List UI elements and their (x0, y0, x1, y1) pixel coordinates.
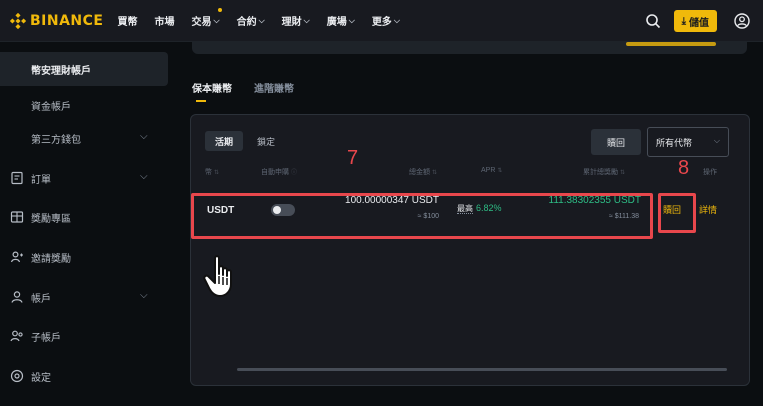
notification-dot (217, 8, 222, 12)
orders-icon (10, 171, 24, 185)
rewards-icon (10, 210, 24, 224)
annotation-box-row (191, 193, 653, 239)
info-icon: ⓘ (291, 170, 298, 176)
header-label: 操作 (703, 169, 717, 176)
sidebar-item-third-party-wallet[interactable]: 第三方錢包 ⌵ (0, 121, 168, 155)
sidebar-item-label: 訂單 (31, 174, 51, 186)
product-tabs: 保本賺幣 進階賺幣 (192, 80, 316, 95)
nav-label: 廣場 (326, 17, 347, 28)
active-tab-indicator (196, 100, 206, 102)
nav-label: 買幣 (117, 17, 138, 28)
header-actions: 操作 (703, 167, 717, 177)
top-navigation-bar: BINANCE 買幣 市場 交易 ⌵ 合約 ⌵ 理財 ⌵ 廣場 ⌵ 更多 ⌵ ⤓ 儲值 (0, 0, 763, 42)
nav-label: 市場 (154, 17, 175, 28)
table-header: 幣 ⇅ 自動申購 ⓘ 總金額 ⇅ APR ⇅ 累計總獎勵 ⇅ 操作 (191, 167, 751, 181)
tab-locked[interactable]: 鎖定 (247, 131, 285, 151)
account-icon (10, 290, 24, 304)
sort-icon: ⇅ (497, 168, 503, 174)
binance-logo[interactable]: BINANCE (10, 12, 104, 29)
sidebar-item-subaccount[interactable]: 子帳戶 (0, 319, 168, 353)
chevron-down-icon: ⌵ (393, 15, 400, 25)
annotation-box-redeem (658, 193, 696, 233)
header-apr[interactable]: APR ⇅ (481, 167, 502, 174)
header-auto-subscribe: 自動申購 ⓘ (261, 167, 297, 177)
nav-label: 更多 (371, 17, 392, 28)
coin-filter-select[interactable]: 所有代幣 ⌵ (647, 127, 729, 157)
tab-flexible[interactable]: 活期 (205, 131, 244, 151)
sidebar-item-referral[interactable]: 邀請獎勵 (0, 240, 168, 274)
chevron-down-icon: ⌵ (213, 15, 220, 25)
tab-simple-earn[interactable]: 保本賺幣 (192, 80, 232, 95)
redeem-button[interactable]: 贖回 (591, 129, 641, 155)
top-right-actions: ⤓ 儲值 (642, 0, 753, 42)
user-icon[interactable] (731, 10, 753, 32)
nav-buy-crypto[interactable]: 買幣 (118, 13, 138, 28)
deposit-button[interactable]: ⤓ 儲值 (673, 10, 717, 32)
nav-label: 理財 (281, 17, 302, 28)
sidebar-item-label: 子帳戶 (31, 332, 61, 344)
chevron-down-icon: ⌵ (713, 136, 720, 145)
sort-icon: ⇅ (214, 170, 220, 176)
sidebar-item-label: 幣安理財帳戶 (31, 65, 91, 77)
header-label: 幣 (205, 169, 212, 176)
sort-icon: ⇅ (432, 170, 438, 176)
search-icon[interactable] (642, 10, 664, 32)
sidebar-item-label: 帳戶 (31, 293, 51, 305)
binance-logo-icon (10, 12, 26, 29)
sidebar: 幣安理財帳戶 資金帳戶 第三方錢包 ⌵ 訂單 ⌵ 獎勵專區 邀請獎勵 帳戶 ⌵ (0, 42, 170, 406)
subaccount-icon (10, 329, 24, 343)
nav-label: 交易 (191, 17, 212, 28)
header-label: 累計總獎勵 (583, 169, 618, 176)
nav-more[interactable]: 更多 ⌵ (371, 13, 400, 29)
header-label: APR (481, 167, 496, 174)
nav-trade[interactable]: 交易 ⌵ (191, 8, 222, 28)
download-icon: ⤓ (681, 15, 686, 27)
header-total-amount[interactable]: 總金額 ⇅ (409, 167, 437, 177)
coin-filter-value: 所有代幣 (656, 137, 693, 148)
nav-square[interactable]: 廣場 ⌵ (326, 13, 355, 29)
row-detail-link[interactable]: 詳情 (699, 203, 717, 216)
header-label: 總金額 (409, 169, 430, 176)
banner-highlight (626, 42, 716, 46)
sidebar-item-label: 資金帳戶 (31, 101, 71, 113)
annotation-number-7: 7 (347, 147, 359, 169)
sidebar-item-label: 邀請獎勵 (31, 253, 71, 265)
header-label: 自動申購 (261, 169, 289, 176)
chevron-down-icon: ⌵ (258, 15, 265, 25)
nav-markets[interactable]: 市場 (155, 13, 175, 28)
sidebar-item-account[interactable]: 帳戶 ⌵ (0, 280, 168, 314)
chevron-down-icon: ⌵ (140, 171, 148, 182)
header-coin[interactable]: 幣 ⇅ (205, 167, 219, 177)
chevron-down-icon: ⌵ (303, 15, 310, 25)
sort-icon: ⇅ (620, 170, 626, 176)
sidebar-item-orders[interactable]: 訂單 ⌵ (0, 161, 168, 195)
main-nav: 買幣 市場 交易 ⌵ 合約 ⌵ 理財 ⌵ 廣場 ⌵ 更多 ⌵ (118, 8, 417, 29)
chevron-down-icon: ⌵ (140, 131, 148, 142)
sidebar-item-settings[interactable]: 設定 (0, 359, 168, 393)
referral-icon (10, 250, 24, 264)
settings-icon (10, 369, 24, 383)
hand-cursor-icon (203, 254, 247, 300)
header-cumulative-earnings[interactable]: 累計總獎勵 ⇅ (583, 167, 625, 177)
sidebar-item-label: 設定 (31, 372, 51, 384)
deposit-label: 儲值 (689, 17, 709, 29)
tab-advanced-earn[interactable]: 進階賺幣 (254, 80, 294, 95)
nav-futures[interactable]: 合約 ⌵ (236, 13, 265, 29)
annotation-number-8: 8 (678, 157, 690, 179)
chevron-down-icon: ⌵ (140, 290, 148, 301)
sidebar-item-earn-account[interactable]: 幣安理財帳戶 (0, 52, 168, 86)
positions-panel: 活期 鎖定 贖回 所有代幣 ⌵ 幣 ⇅ 自動申購 ⓘ 總金額 ⇅ APR ⇅ 累計總獎勵… (190, 114, 750, 386)
horizontal-scrollbar[interactable] (237, 368, 727, 371)
sidebar-item-label: 獎勵專區 (31, 213, 71, 225)
sidebar-item-label: 第三方錢包 (31, 134, 81, 146)
sidebar-item-rewards[interactable]: 獎勵專區 (0, 200, 168, 234)
logo-text: BINANCE (30, 12, 104, 29)
nav-label: 合約 (236, 17, 257, 28)
nav-earn[interactable]: 理財 ⌵ (281, 13, 310, 29)
term-tabs: 活期 鎖定 (205, 131, 289, 151)
chevron-down-icon: ⌵ (348, 15, 355, 25)
sidebar-item-funding-account[interactable]: 資金帳戶 (0, 88, 168, 122)
